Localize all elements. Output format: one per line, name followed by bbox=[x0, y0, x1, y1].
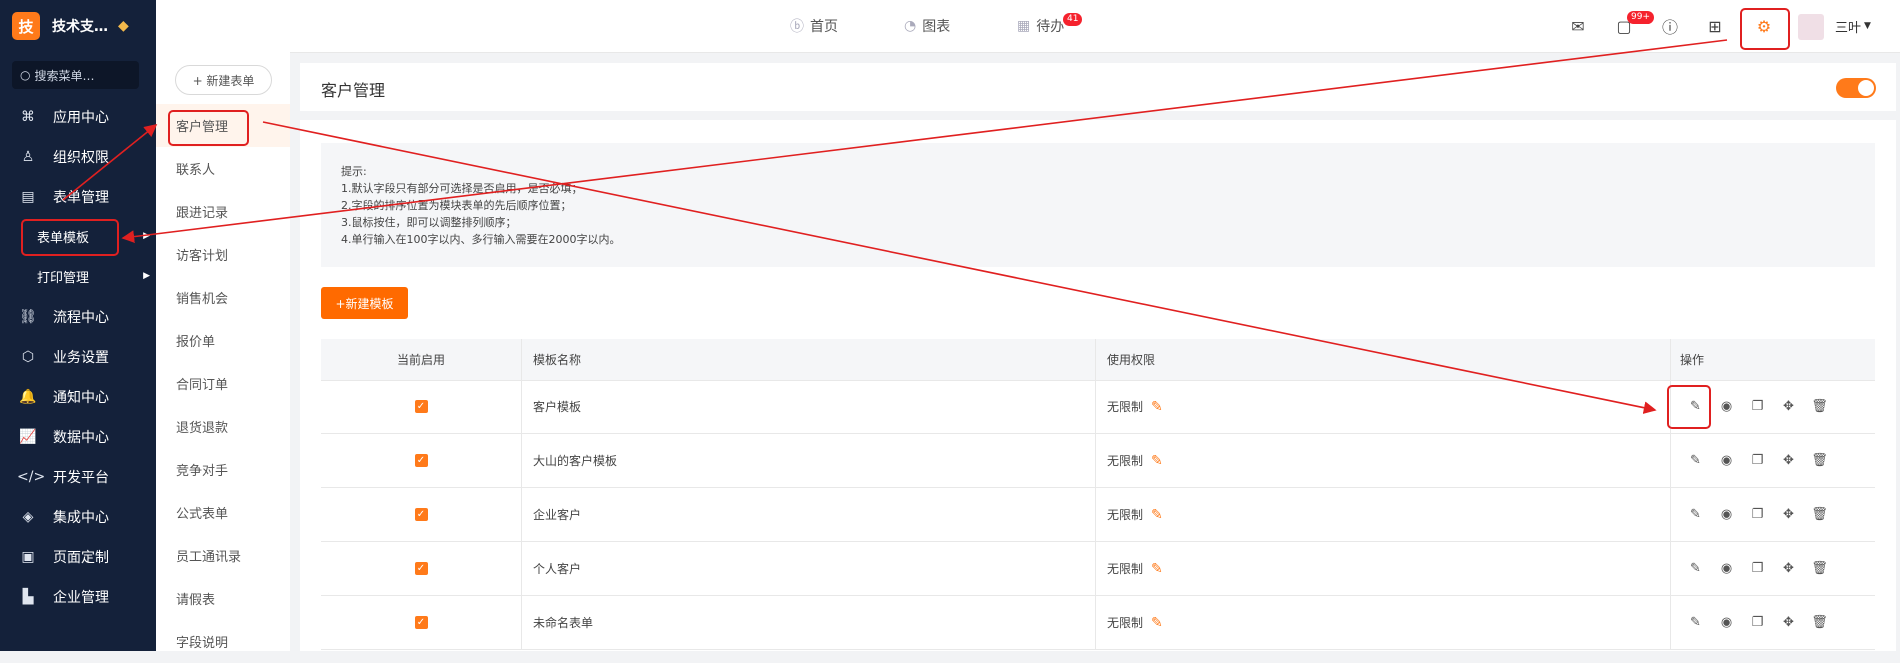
arrow-customer-to-edit bbox=[262, 121, 1657, 414]
arrow-settings-to-template bbox=[121, 39, 1728, 243]
annotation-arrows bbox=[62, 39, 1728, 414]
arrow-template-to-customer bbox=[62, 123, 158, 201]
